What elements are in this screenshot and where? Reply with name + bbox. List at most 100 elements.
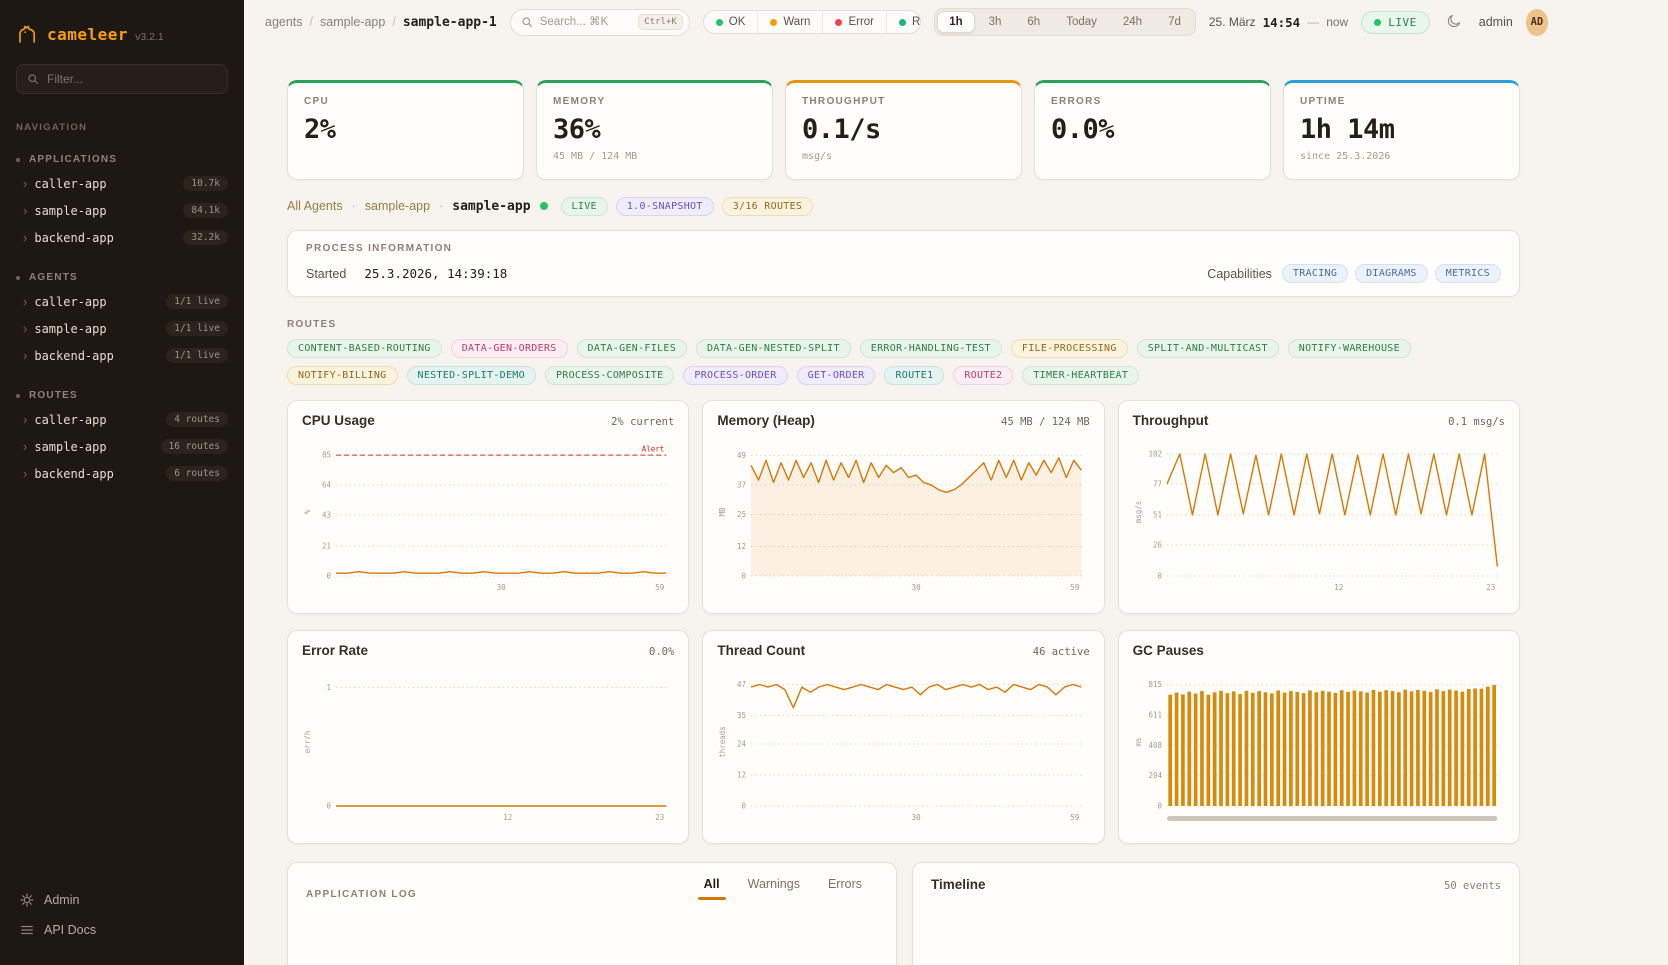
global-search-input[interactable]	[540, 16, 631, 28]
status-filter-running[interactable]: Running	[886, 11, 921, 33]
sidebar-item-agents-backend-app[interactable]: ›backend-app1/1 live	[0, 342, 244, 369]
route-chip-content-based-routing[interactable]: CONTENT-BASED-ROUTING	[287, 339, 442, 358]
svg-text:12: 12	[737, 770, 746, 779]
sidebar-section-header-applications[interactable]: APPLICATIONS	[0, 149, 244, 170]
route-chip-route1[interactable]: ROUTE1	[884, 366, 944, 385]
sidebar-item-routes-caller-app[interactable]: ›caller-app4 routes	[0, 406, 244, 433]
sidebar-item-api-docs[interactable]: API Docs	[16, 915, 228, 945]
sidebar: cameleer v3.2.1 NAVIGATION APPLICATIONS›…	[0, 0, 244, 965]
sidebar-section-header-agents[interactable]: AGENTS	[0, 267, 244, 288]
svg-text:611: 611	[1148, 711, 1162, 720]
capability-chip-diagrams: DIAGRAMS	[1355, 264, 1428, 283]
sidebar-item-routes-sample-app[interactable]: ›sample-app16 routes	[0, 433, 244, 460]
chart-title: Thread Count	[717, 643, 805, 658]
top-header: agents / sample-app / sample-app-1 Ctrl+…	[244, 0, 1668, 44]
route-chip-process-order[interactable]: PROCESS-ORDER	[683, 366, 787, 385]
live-label: LIVE	[1388, 16, 1417, 29]
svg-text:77: 77	[1153, 479, 1162, 488]
time-range-6h[interactable]: 6h	[1015, 11, 1052, 33]
svg-text:24: 24	[737, 739, 747, 748]
time-range-group: 1h3h6hToday24h7d	[934, 8, 1196, 36]
route-chip-data-gen-files[interactable]: DATA-GEN-FILES	[577, 339, 688, 358]
chart-title: Memory (Heap)	[717, 413, 815, 428]
status-filter-ok[interactable]: OK	[704, 11, 758, 33]
time-range-3h[interactable]: 3h	[977, 11, 1014, 33]
chart-header: Thread Count46 active	[717, 643, 1089, 658]
agent-badges: LIVE1.0-SNAPSHOT3/16 ROUTES	[561, 197, 814, 216]
theme-toggle-button[interactable]	[1443, 8, 1466, 36]
cameleer-logo-icon	[16, 21, 40, 48]
time-range-7d[interactable]: 7d	[1156, 11, 1193, 33]
time-range-today[interactable]: Today	[1054, 11, 1109, 33]
sidebar-item-label: sample-app	[34, 322, 159, 336]
route-chip-data-gen-nested-split[interactable]: DATA-GEN-NESTED-SPLIT	[696, 339, 851, 358]
sidebar-item-badge: 6 routes	[166, 466, 228, 481]
log-tab-errors[interactable]: Errors	[828, 877, 862, 900]
sidebar-item-routes-backend-app[interactable]: ›backend-app6 routes	[0, 460, 244, 487]
sidebar-item-agents-caller-app[interactable]: ›caller-app1/1 live	[0, 288, 244, 315]
svg-text:23: 23	[1486, 583, 1495, 592]
chevron-right-icon: ›	[23, 322, 27, 335]
svg-text:ms: ms	[1134, 737, 1143, 746]
route-chip-process-composite[interactable]: PROCESS-COMPOSITE	[545, 366, 674, 385]
avatar[interactable]: AD	[1526, 9, 1548, 36]
app-name: cameleer	[47, 25, 128, 44]
sidebar-filter	[16, 64, 228, 94]
agent-app-link[interactable]: sample-app	[365, 199, 430, 213]
sidebar-item-label: caller-app	[34, 295, 159, 309]
chart-card-gc-pauses: GC Pauses0204408611815ms	[1118, 630, 1520, 844]
chart-meta: 0.1 msg/s	[1448, 416, 1505, 428]
route-chip-get-order[interactable]: GET-ORDER	[797, 366, 876, 385]
route-chip-route2[interactable]: ROUTE2	[953, 366, 1013, 385]
range-end-label[interactable]: now	[1326, 15, 1348, 29]
chart-meta: 2% current	[611, 416, 674, 428]
time-range-24h[interactable]: 24h	[1111, 11, 1154, 33]
sidebar-item-applications-sample-app[interactable]: ›sample-app84.1k	[0, 197, 244, 224]
breadcrumb-sample-app[interactable]: sample-app	[320, 15, 385, 29]
status-filter-label: Running	[912, 16, 921, 28]
chart-meta: 0.0%	[649, 646, 674, 658]
status-filter-label: Warn	[783, 16, 810, 28]
timeline-events-count: 50 events	[1444, 880, 1501, 892]
svg-text:59: 59	[1071, 813, 1080, 822]
sidebar-filter-input[interactable]	[47, 72, 217, 86]
sidebar-item-agents-sample-app[interactable]: ›sample-app1/1 live	[0, 315, 244, 342]
stat-value: 2%	[304, 114, 507, 145]
route-chip-data-gen-orders[interactable]: DATA-GEN-ORDERS	[451, 339, 568, 358]
timeline-title: Timeline	[931, 877, 986, 892]
route-chip-split-and-multicast[interactable]: SPLIT-AND-MULTICAST	[1137, 339, 1279, 358]
sidebar-item-label: caller-app	[34, 177, 176, 191]
stat-subtext: msg/s	[802, 151, 1005, 162]
sidebar-item-admin[interactable]: Admin	[16, 885, 228, 915]
route-chip-notify-billing[interactable]: NOTIFY-BILLING	[287, 366, 398, 385]
sidebar-item-label: backend-app	[34, 467, 159, 481]
log-tab-warnings[interactable]: Warnings	[748, 877, 800, 900]
chevron-right-icon: ›	[23, 231, 27, 244]
sidebar-item-label: caller-app	[34, 413, 159, 427]
breadcrumb-agents[interactable]: agents	[265, 15, 303, 29]
sidebar-section-label: ROUTES	[29, 390, 78, 401]
route-chip-notify-warehouse[interactable]: NOTIFY-WAREHOUSE	[1288, 339, 1411, 358]
all-agents-link[interactable]: All Agents	[287, 199, 343, 213]
time-range-1h[interactable]: 1h	[937, 11, 974, 33]
route-chip-nested-split-demo[interactable]: NESTED-SPLIT-DEMO	[407, 366, 536, 385]
route-chip-file-processing[interactable]: FILE-PROCESSING	[1011, 339, 1128, 358]
live-dot-icon	[1374, 19, 1381, 26]
route-chip-timer-heartbeat[interactable]: TIMER-HEARTBEAT	[1022, 366, 1139, 385]
status-filter-warn[interactable]: Warn	[757, 11, 822, 33]
sidebar-section-routes: ROUTES ›caller-app4 routes›sample-app16 r…	[0, 385, 244, 487]
status-filter-error[interactable]: Error	[822, 11, 886, 33]
route-chip-error-handling-test[interactable]: ERROR-HANDLING-TEST	[860, 339, 1002, 358]
sidebar-item-badge: 84.1k	[183, 203, 228, 218]
sidebar-item-applications-backend-app[interactable]: ›backend-app32.2k	[0, 224, 244, 251]
svg-text:59: 59	[1071, 583, 1080, 592]
sidebar-section-header-routes[interactable]: ROUTES	[0, 385, 244, 406]
menu-icon	[20, 923, 34, 937]
live-indicator[interactable]: LIVE	[1361, 11, 1430, 34]
sidebar-item-applications-caller-app[interactable]: ›caller-app10.7k	[0, 170, 244, 197]
svg-text:0: 0	[327, 572, 332, 581]
svg-text:85: 85	[322, 451, 331, 460]
application-log-panel: APPLICATION LOG AllWarningsErrors	[287, 862, 897, 965]
log-tab-all[interactable]: All	[704, 877, 720, 900]
routes-chips: CONTENT-BASED-ROUTING DATA-GEN-ORDERS DATA…	[287, 339, 1520, 385]
